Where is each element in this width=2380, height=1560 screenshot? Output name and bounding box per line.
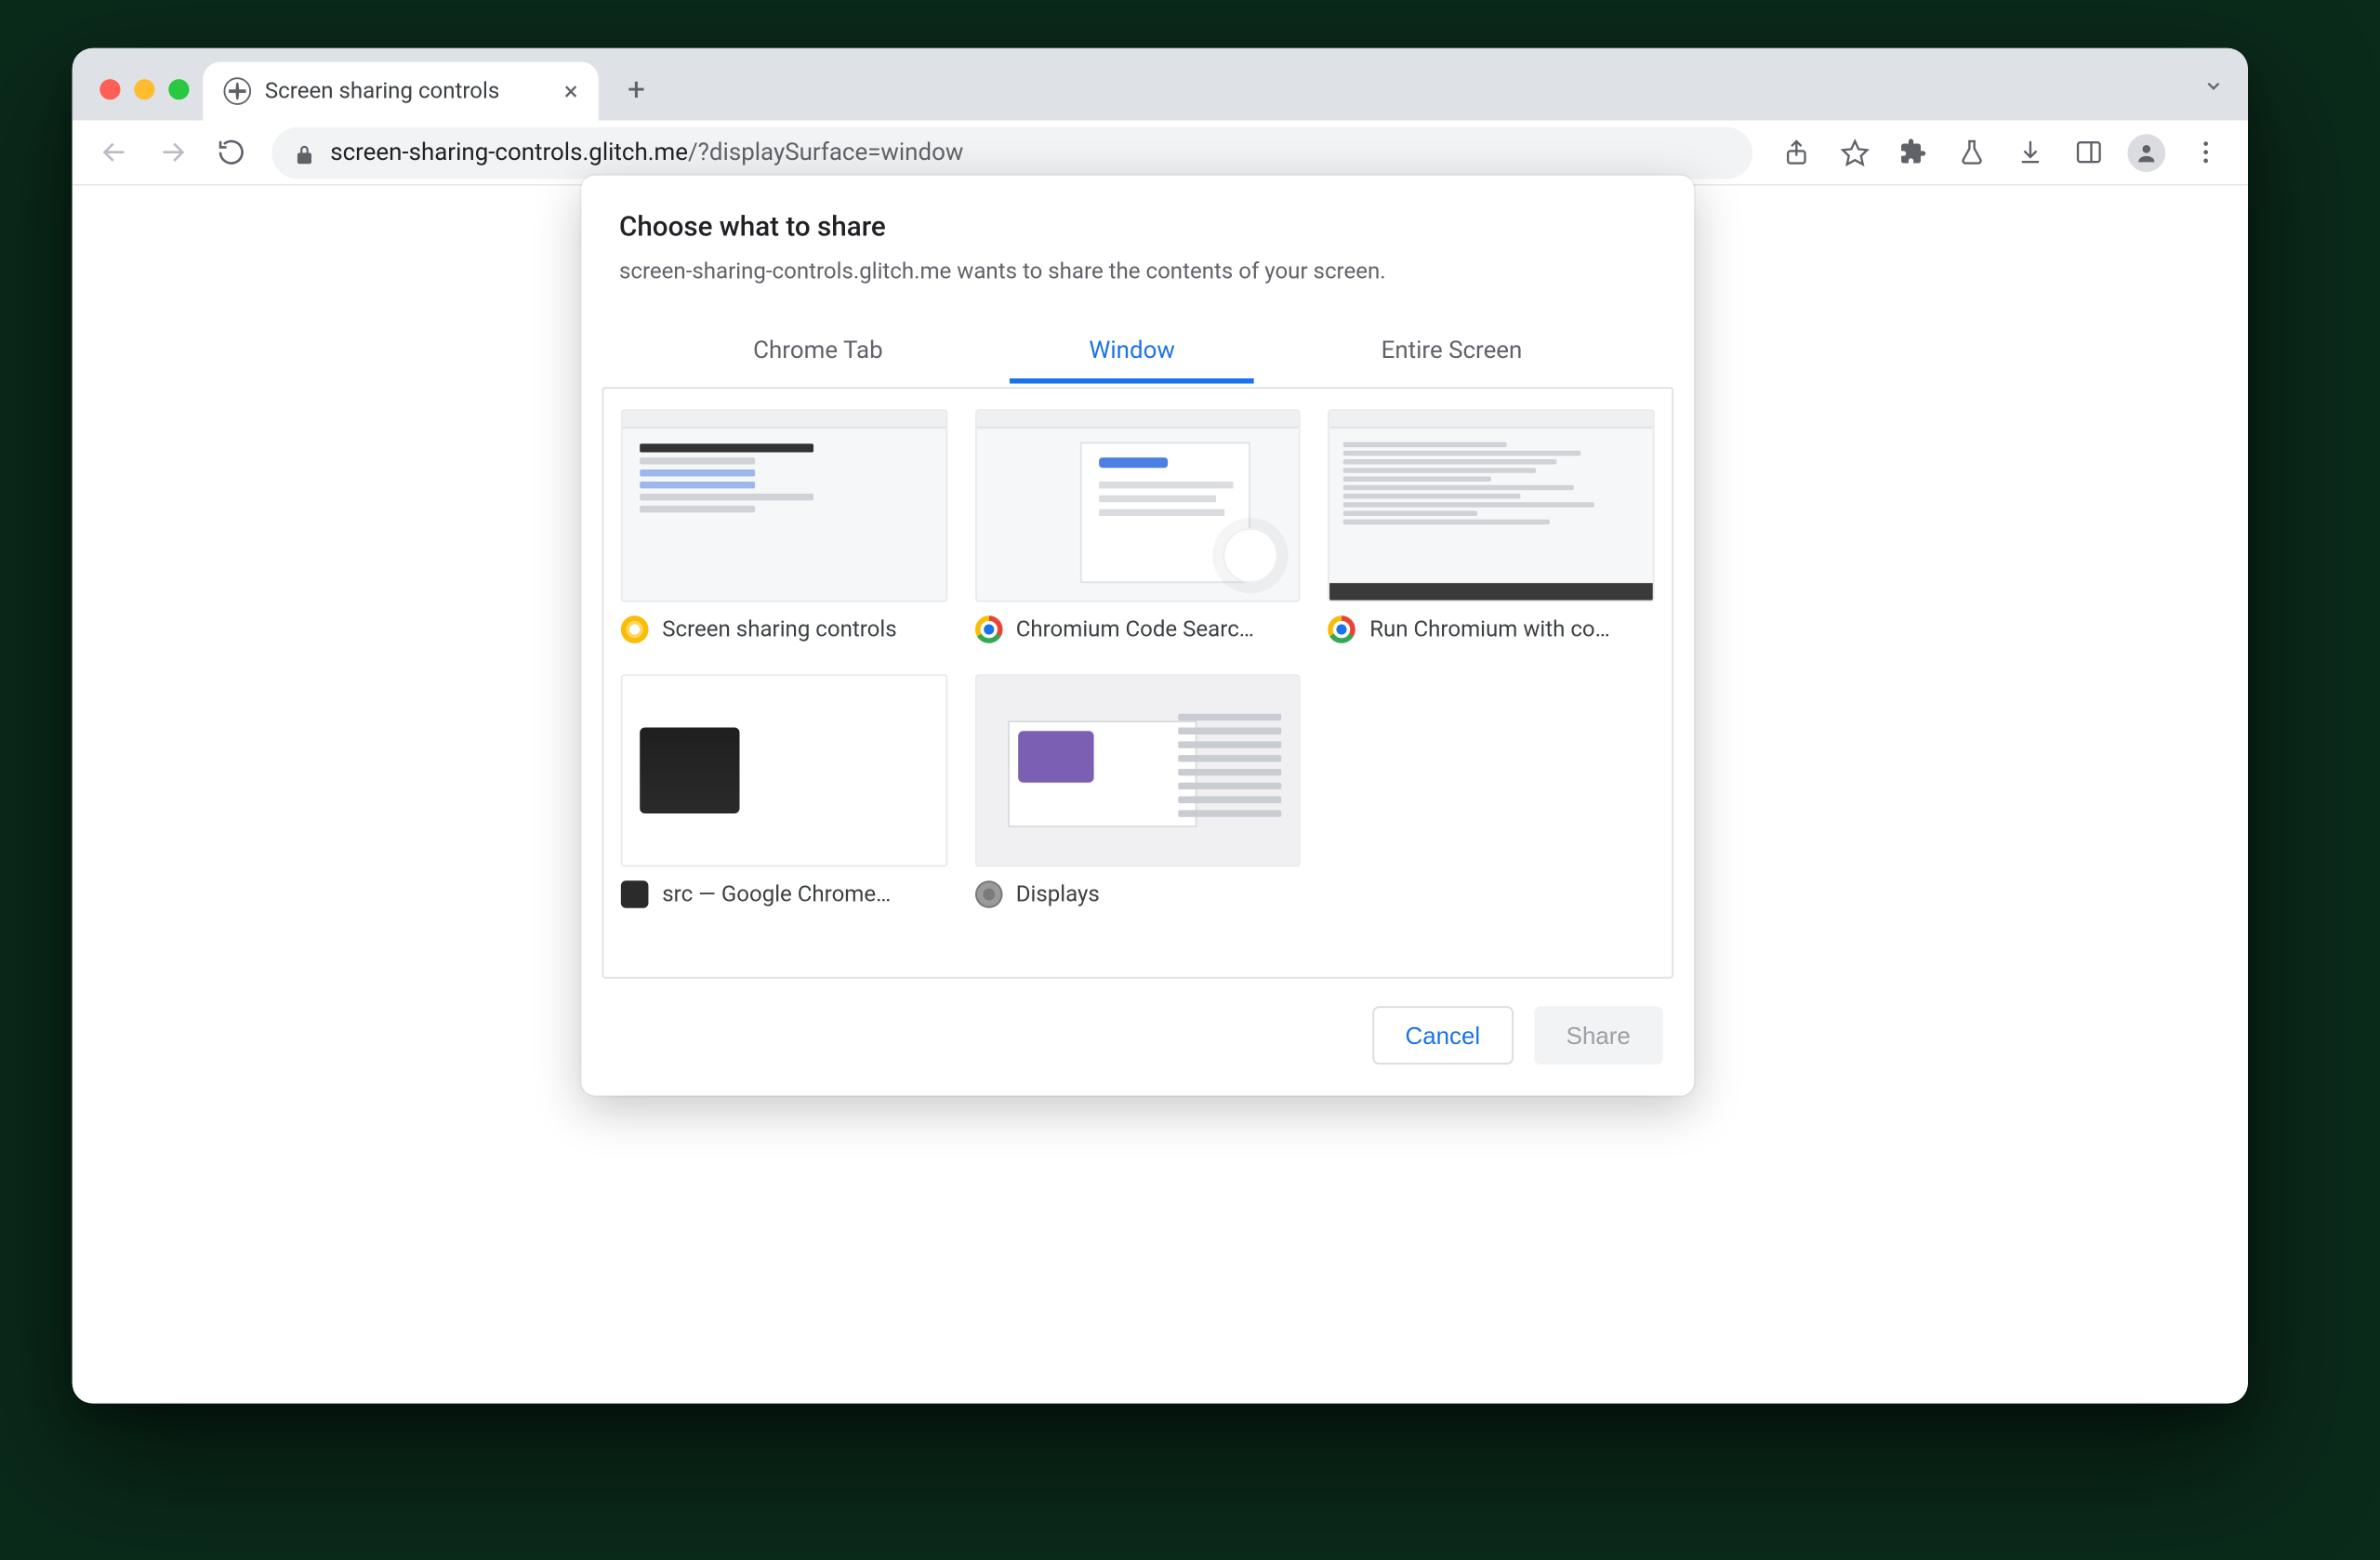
avatar-icon xyxy=(2127,133,2165,171)
window-label: src — Google Chrome… xyxy=(662,881,891,907)
window-label: Screen sharing controls xyxy=(662,616,896,642)
dialog-actions: Cancel Share xyxy=(581,979,1694,1065)
dialog-tabs: Chrome Tab Window Entire Screen xyxy=(581,320,1694,387)
profile-button[interactable] xyxy=(2121,126,2173,178)
app-icon xyxy=(974,615,1002,643)
side-panel-button[interactable] xyxy=(2062,126,2114,178)
dialog-body: Screen sharing controls Chrom xyxy=(602,387,1674,978)
address-bar[interactable]: screen-sharing-controls.glitch.me/?displ… xyxy=(271,126,1752,178)
window-thumbnail xyxy=(1329,409,1655,602)
minimize-window-button[interactable] xyxy=(134,79,154,99)
browser-window: Screen sharing controls × + screen-shari… xyxy=(73,48,2248,1404)
chevron-down-icon xyxy=(2203,71,2224,91)
tab-entire-screen[interactable]: Entire Screen xyxy=(1354,320,1550,387)
window-thumbnail xyxy=(974,409,1301,602)
globe-icon xyxy=(224,77,252,105)
browser-tab[interactable]: Screen sharing controls × xyxy=(203,62,599,121)
close-window-button[interactable] xyxy=(99,79,120,99)
dialog-subtitle: screen-sharing-controls.glitch.me wants … xyxy=(619,259,1657,285)
window-thumbnail xyxy=(621,409,947,602)
extensions-button[interactable] xyxy=(1886,126,1937,178)
app-icon xyxy=(621,615,649,643)
window-label: Run Chromium with co… xyxy=(1369,616,1610,642)
labs-button[interactable] xyxy=(1945,126,1997,178)
maximize-window-button[interactable] xyxy=(168,79,189,99)
window-option[interactable]: Displays xyxy=(974,674,1301,908)
downloads-button[interactable] xyxy=(2003,126,2056,178)
dialog-title: Choose what to share xyxy=(619,210,1657,243)
bookmark-button[interactable] xyxy=(1829,126,1881,178)
screen-share-dialog: Choose what to share screen-sharing-cont… xyxy=(581,176,1694,1096)
app-icon xyxy=(621,880,649,908)
window-option[interactable]: Run Chromium with co… xyxy=(1329,409,1655,643)
menu-button[interactable] xyxy=(2179,126,2231,178)
share-page-button[interactable] xyxy=(1770,126,1822,178)
tab-overflow-button[interactable] xyxy=(2203,71,2248,121)
url-path: /?displaySurface=window xyxy=(688,139,963,166)
page-content: Choose what to share screen-sharing-cont… xyxy=(73,186,2248,1404)
tab-strip: Screen sharing controls × + xyxy=(73,48,2248,121)
window-label: Displays xyxy=(1016,881,1100,907)
tab-title: Screen sharing controls xyxy=(265,78,550,104)
tab-window[interactable]: Window xyxy=(1062,320,1203,387)
window-controls xyxy=(89,79,203,120)
url-text: screen-sharing-controls.glitch.me/?displ… xyxy=(330,139,963,166)
window-option[interactable]: src — Google Chrome… xyxy=(621,674,947,908)
forward-button[interactable] xyxy=(148,128,196,177)
lock-icon xyxy=(293,140,317,165)
new-tab-button[interactable]: + xyxy=(613,65,661,113)
url-host: screen-sharing-controls.glitch.me xyxy=(330,139,688,166)
back-button[interactable] xyxy=(89,128,138,177)
reload-button[interactable] xyxy=(206,128,255,177)
share-button[interactable]: Share xyxy=(1534,1006,1663,1064)
window-thumbnail xyxy=(621,674,947,866)
app-icon xyxy=(974,880,1002,908)
window-thumbnail xyxy=(974,674,1301,866)
close-tab-icon[interactable]: × xyxy=(564,78,578,104)
window-option[interactable]: Screen sharing controls xyxy=(621,409,947,643)
tab-chrome-tab[interactable]: Chrome Tab xyxy=(726,320,911,387)
app-icon xyxy=(1329,615,1356,643)
window-option[interactable]: Chromium Code Searc… xyxy=(974,409,1301,643)
cancel-button[interactable]: Cancel xyxy=(1372,1006,1513,1064)
window-label: Chromium Code Searc… xyxy=(1016,616,1254,642)
